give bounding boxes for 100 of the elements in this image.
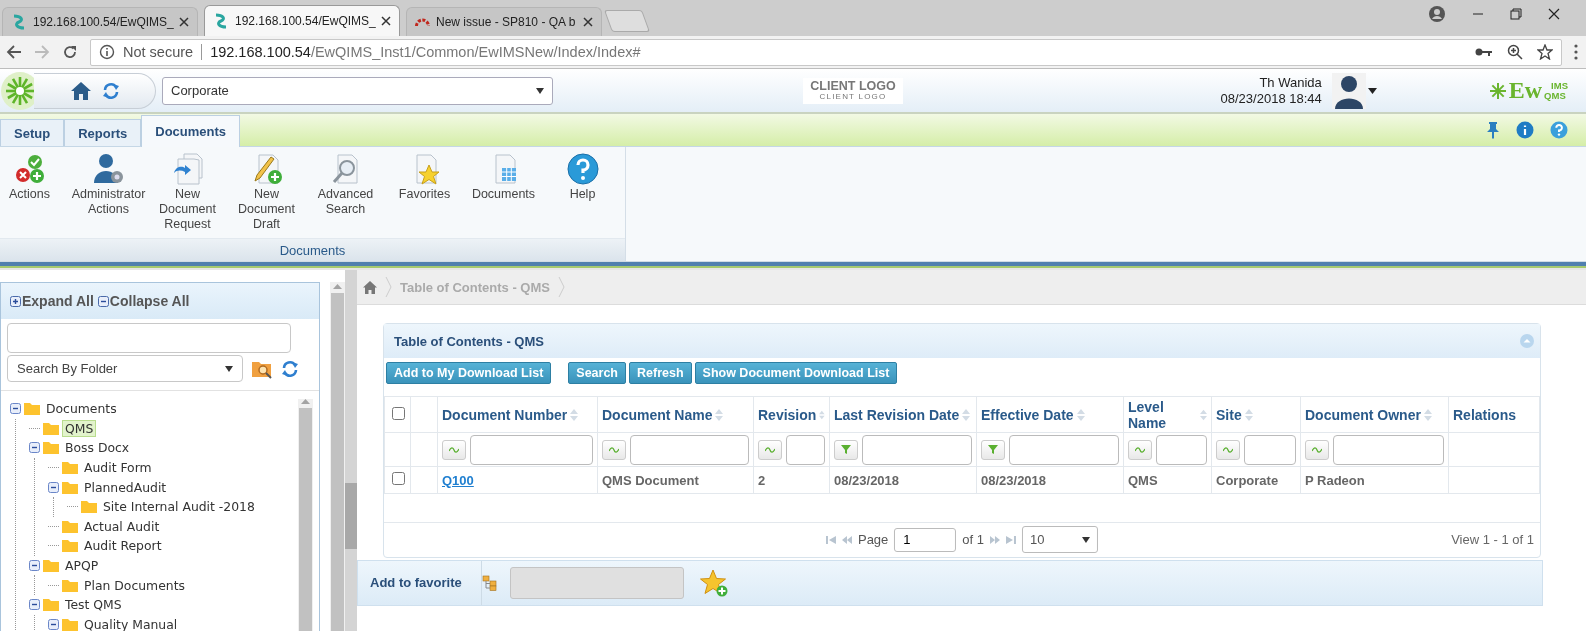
filter-mode-button[interactable] — [758, 439, 782, 460]
close-tab-icon[interactable] — [583, 17, 593, 27]
reload-icon[interactable] — [62, 44, 78, 60]
refresh-icon[interactable] — [102, 81, 120, 100]
company-select[interactable]: Corporate — [162, 76, 553, 105]
filter-field[interactable] — [786, 434, 825, 465]
tree-item[interactable]: Plan Documents — [81, 576, 188, 594]
caret-icon[interactable] — [1367, 87, 1377, 94]
filter-field[interactable] — [470, 434, 593, 465]
collapse-toggle-icon[interactable] — [29, 560, 40, 572]
wave-icon[interactable] — [1312, 446, 1322, 453]
document-link[interactable]: Q100 — [442, 472, 474, 488]
scrollbar-thumb[interactable] — [331, 293, 344, 631]
close-icon[interactable] — [1548, 8, 1560, 20]
back-icon[interactable] — [6, 44, 22, 60]
filter-field[interactable] — [630, 434, 749, 465]
sort-icon[interactable] — [1244, 407, 1253, 422]
sort-icon[interactable] — [715, 407, 724, 422]
filter-mode-button[interactable] — [602, 439, 626, 460]
filter-mode-button[interactable] — [442, 439, 466, 460]
close-tab-icon[interactable] — [381, 16, 391, 26]
select-all-checkbox[interactable] — [392, 406, 405, 420]
browser-tab[interactable]: New issue - SP810 - QA b — [406, 7, 602, 36]
wave-icon[interactable] — [449, 446, 459, 453]
ribbon-button[interactable]: Administrator Actions — [69, 153, 148, 238]
search-mode-select[interactable]: Search By Folder — [7, 355, 243, 382]
avatar-icon[interactable] — [1331, 72, 1366, 109]
browser-tab[interactable]: 192.168.100.54/EwQIMS_ — [204, 5, 400, 36]
splitter[interactable] — [345, 270, 357, 631]
ribbon-tab[interactable]: Setup — [0, 119, 65, 146]
scroll-up-icon[interactable] — [333, 284, 342, 289]
filter-field[interactable] — [1009, 434, 1119, 465]
last-page-icon[interactable] — [1006, 535, 1017, 544]
wave-icon[interactable] — [765, 446, 775, 453]
tree-item[interactable]: Quality Manual — [81, 615, 181, 631]
browser-tab[interactable]: 192.168.100.54/EwQIMS_ — [2, 7, 198, 36]
address-bar[interactable]: Not secure 192.168.100.54/EwQIMS_Inst1/Common/EwIMSNew/Index/Index# — [90, 38, 1562, 66]
folder-tree-icon[interactable] — [482, 574, 498, 591]
collapse-toggle-icon[interactable] — [48, 481, 59, 493]
sort-icon[interactable] — [1423, 407, 1432, 422]
expand-all-link[interactable]: Expand All — [10, 293, 94, 309]
first-page-icon[interactable] — [825, 535, 836, 544]
next-page-icon[interactable] — [990, 535, 1001, 544]
ribbon-button[interactable]: Documents — [464, 153, 543, 238]
tree-item[interactable]: APQP — [62, 557, 102, 575]
ribbon-button[interactable]: Actions — [0, 153, 69, 238]
collapse-all-link[interactable]: Collapse All — [97, 293, 190, 309]
collapse-icon[interactable] — [1520, 334, 1534, 348]
sort-icon[interactable] — [962, 407, 971, 422]
wave-icon[interactable] — [1223, 446, 1233, 453]
zoom-icon[interactable] — [1507, 44, 1523, 60]
ribbon-button[interactable]: Advanced Search — [306, 153, 385, 238]
ribbon-button[interactable]: New Document Request — [148, 153, 227, 238]
tree-item[interactable]: Actual Audit — [81, 517, 163, 535]
filter-mode-button[interactable] — [981, 439, 1005, 460]
collapse-toggle-icon[interactable] — [29, 442, 40, 454]
page-input[interactable]: 1 — [894, 527, 957, 552]
tree-item[interactable]: PlannedAudit — [81, 478, 170, 496]
sort-icon[interactable] — [1076, 407, 1085, 422]
splitter-handle[interactable] — [345, 482, 357, 549]
info-icon[interactable] — [1516, 121, 1534, 139]
star-plus-icon[interactable] — [700, 568, 728, 597]
forward-icon[interactable] — [34, 44, 50, 60]
ribbon-button[interactable]: Favorites — [385, 153, 464, 238]
sort-icon[interactable] — [570, 407, 579, 422]
filter-mode-button[interactable] — [1216, 439, 1240, 460]
new-tab-button[interactable] — [604, 10, 650, 32]
collapse-toggle-icon[interactable] — [29, 599, 40, 611]
star-icon[interactable] — [1537, 44, 1553, 60]
previous-page-icon[interactable] — [841, 535, 852, 544]
row-checkbox[interactable] — [392, 472, 405, 485]
collapse-toggle-icon[interactable] — [48, 618, 59, 630]
help-icon[interactable] — [1550, 121, 1568, 139]
scrollbar-thumb[interactable] — [299, 408, 312, 631]
ribbon-button[interactable]: Help — [543, 153, 622, 238]
key-icon[interactable] — [1475, 47, 1493, 57]
funnel-icon[interactable] — [841, 445, 851, 454]
pin-icon[interactable] — [1486, 121, 1500, 139]
scroll-up-icon[interactable] — [301, 399, 310, 404]
restore-icon[interactable] — [1510, 8, 1522, 20]
close-tab-icon[interactable] — [179, 17, 189, 27]
tree-item[interactable]: Site Internal Audit -2018 — [100, 498, 258, 516]
collapse-toggle-icon[interactable] — [10, 403, 21, 415]
tree-item[interactable]: QMS — [62, 419, 97, 437]
filter-field[interactable] — [862, 434, 972, 465]
refresh-icon[interactable] — [281, 359, 299, 378]
filter-field[interactable] — [1244, 434, 1296, 465]
tree-item[interactable]: Audit Form — [81, 459, 155, 477]
tree-item[interactable]: Test QMS — [62, 596, 125, 614]
sort-icon[interactable] — [1199, 407, 1207, 422]
tree-item[interactable]: Documents — [43, 400, 120, 418]
filter-mode-button[interactable] — [1128, 439, 1152, 460]
wave-icon[interactable] — [1135, 446, 1145, 453]
filter-field[interactable] — [1156, 434, 1207, 465]
home-icon[interactable] — [363, 280, 377, 294]
filter-mode-button[interactable] — [834, 439, 858, 460]
ribbon-tab[interactable]: Documents — [141, 115, 241, 147]
wave-icon[interactable] — [609, 446, 619, 453]
filter-mode-button[interactable] — [1305, 439, 1329, 460]
search-field[interactable] — [7, 323, 291, 353]
